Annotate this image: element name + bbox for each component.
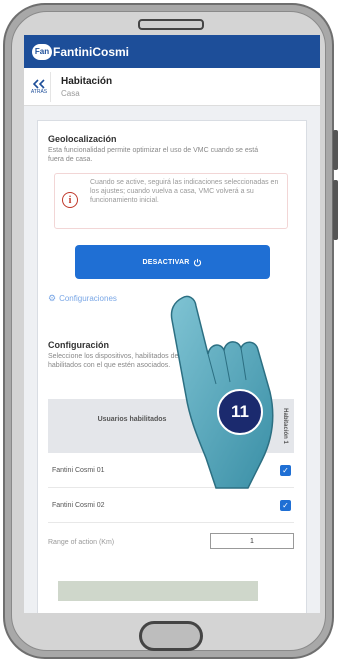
notice-text: Cuando se active, seguirá las indicacion… — [90, 179, 279, 204]
table-row: Fantini Cosmi 02 ✓ — [48, 488, 294, 523]
info-icon: i — [62, 192, 78, 208]
back-label: ATRÁS — [30, 88, 48, 95]
map-preview — [58, 581, 258, 601]
settings-link-label: Configuraciones — [59, 294, 117, 303]
geolocation-title: Geolocalización — [48, 134, 117, 144]
configuration-title: Configuración — [48, 340, 109, 350]
room-bar: ATRÁS Habitación Casa — [24, 68, 320, 106]
step-number-badge: 11 — [217, 389, 263, 435]
gear-icon: ⚙ — [48, 293, 57, 303]
power-icon — [194, 258, 202, 266]
geolocation-description: Esta funcionalidad permite optimizar el … — [48, 147, 259, 163]
deactivate-button[interactable]: DESACTIVAR — [75, 245, 270, 279]
phone-speaker — [138, 19, 204, 30]
room-title: Habitación — [61, 75, 113, 87]
settings-link[interactable]: ⚙ Configuraciones — [48, 293, 117, 304]
range-label: Range of action (Km) — [48, 538, 115, 546]
back-button[interactable]: ATRÁS — [28, 71, 51, 102]
brand-logo: Fan FantiniCosmi — [32, 43, 130, 60]
back-arrows-icon — [33, 78, 45, 89]
logo-text: FantiniCosmi — [53, 44, 130, 59]
room-subtitle: Casa — [61, 88, 80, 98]
range-input[interactable]: 1 — [210, 533, 294, 549]
range-of-action: Range of action (Km) 1 — [48, 531, 294, 553]
geolocation-notice: i Cuando se active, seguirá las indicaci… — [54, 173, 288, 229]
deactivate-label: DESACTIVAR — [142, 258, 190, 266]
app-header: Fan FantiniCosmi — [24, 35, 320, 68]
logo-badge: Fan — [32, 43, 52, 60]
phone-side-button — [333, 130, 338, 170]
user-name: Fantini Cosmi 02 — [52, 501, 105, 509]
phone-side-button — [333, 180, 338, 240]
user-name: Fantini Cosmi 01 — [52, 466, 105, 474]
user-checkbox[interactable]: ✓ — [280, 499, 291, 511]
phone-home-button[interactable] — [139, 621, 203, 651]
